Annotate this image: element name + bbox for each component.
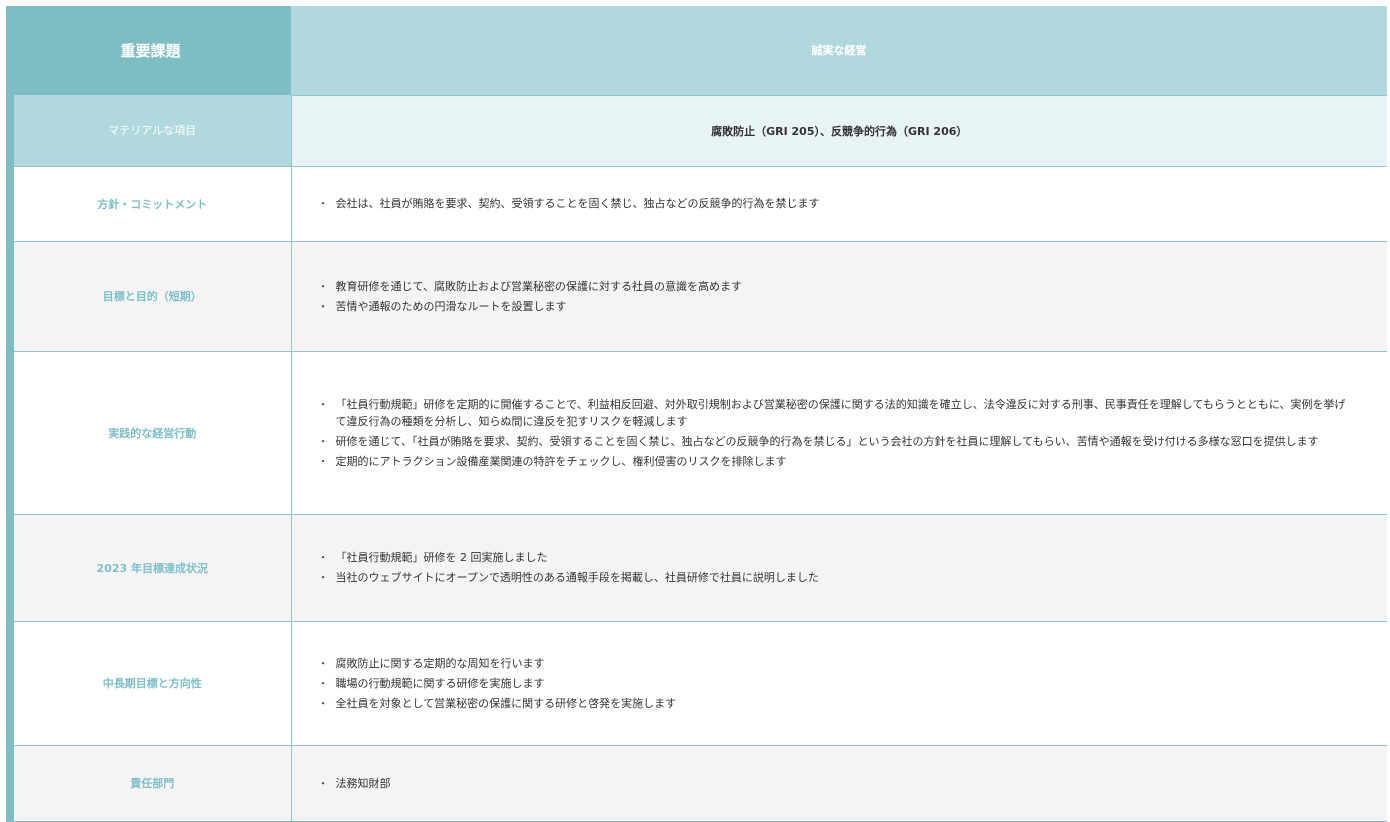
materiality-table-frame: 重要課題 誠実な経営 マテリアルな項目 腐敗防止（GRI 205）、反競争的行為…: [6, 6, 1387, 822]
material-label: マテリアルな項目: [6, 95, 291, 166]
materiality-table: 重要課題 誠実な経営 マテリアルな項目 腐敗防止（GRI 205）、反競争的行為…: [6, 6, 1387, 821]
row-label-responsible-dept: 責任部門: [6, 744, 291, 821]
bullet-list: 「社員行動規範」研修を定期的に開催することで、利益相反回避、対外取引規制および営…: [318, 396, 1358, 470]
list-item: 当社のウェブサイトにオープンで透明性のある通報手段を掲載し、社員研修で社員に説明…: [318, 569, 1358, 586]
short-term-row: 目標と目的（短期） 教育研修を通じて、腐敗防止および営業秘密の保護に対する社員の…: [6, 240, 1387, 351]
status-2023-row: 2023 年目標達成状況 「社員行動規範」研修を 2 回実施しました 当社のウェ…: [6, 513, 1387, 621]
row-content-status-2023: 「社員行動規範」研修を 2 回実施しました 当社のウェブサイトにオープンで透明性…: [290, 513, 1387, 621]
list-item: 「社員行動規範」研修を 2 回実施しました: [318, 549, 1358, 566]
list-item: 法務知財部: [318, 775, 1358, 792]
list-item: 職場の行動規範に関する研修を実施します: [318, 675, 1358, 692]
actions-row: 実践的な経営行動 「社員行動規範」研修を定期的に開催することで、利益相反回避、対…: [6, 350, 1387, 514]
header-row: 重要課題 誠実な経営: [10, 6, 1387, 95]
bullet-list: 腐敗防止に関する定期的な周知を行います 職場の行動規範に関する研修を実施します …: [318, 655, 1358, 712]
list-item: 苦情や通報のための円滑なルートを設置します: [318, 298, 1358, 315]
bullet-list: 教育研修を通じて、腐敗防止および営業秘密の保護に対する社員の意識を高めます 苦情…: [318, 278, 1358, 315]
row-content-responsible-dept: 法務知財部: [290, 744, 1387, 821]
list-item: 会社は、社員が賄賂を要求、契約、受領することを固く禁じ、独占などの反競争的行為を…: [318, 195, 1358, 212]
material-row: マテリアルな項目 腐敗防止（GRI 205）、反競争的行為（GRI 206）: [6, 94, 1387, 166]
material-value: 腐敗防止（GRI 205）、反競争的行為（GRI 206）: [290, 94, 1387, 166]
list-item: 「社員行動規範」研修を定期的に開催することで、利益相反回避、対外取引規制および営…: [318, 396, 1358, 430]
bullet-list: 法務知財部: [318, 775, 1358, 792]
row-label-short-term: 目標と目的（短期）: [6, 240, 291, 351]
list-item: 研修を通じて、「社員が賄賂を要求、契約、受領することを固く禁じ、独占などの反競争…: [318, 433, 1358, 450]
bullet-list: 会社は、社員が賄賂を要求、契約、受領することを固く禁じ、独占などの反競争的行為を…: [318, 195, 1358, 212]
row-content-long-term: 腐敗防止に関する定期的な周知を行います 職場の行動規範に関する研修を実施します …: [290, 620, 1387, 745]
list-item: 腐敗防止に関する定期的な周知を行います: [318, 655, 1358, 672]
row-label-status-2023: 2023 年目標達成状況: [6, 513, 291, 621]
row-content-short-term: 教育研修を通じて、腐敗防止および営業秘密の保護に対する社員の意識を高めます 苦情…: [290, 240, 1387, 351]
row-content-actions: 「社員行動規範」研修を定期的に開催することで、利益相反回避、対外取引規制および営…: [290, 350, 1387, 514]
list-item: 全社員を対象として営業秘密の保護に関する研修と啓発を実施します: [318, 695, 1358, 712]
responsible-dept-row: 責任部門 法務知財部: [6, 744, 1387, 821]
row-content-policy: 会社は、社員が賄賂を要求、契約、受領することを固く禁じ、独占などの反競争的行為を…: [290, 165, 1387, 241]
row-label-long-term: 中長期目標と方向性: [6, 620, 291, 745]
header-value: 誠実な経営: [291, 6, 1387, 95]
list-item: 教育研修を通じて、腐敗防止および営業秘密の保護に対する社員の意識を高めます: [318, 278, 1358, 295]
bullet-list: 「社員行動規範」研修を 2 回実施しました 当社のウェブサイトにオープンで透明性…: [318, 549, 1358, 586]
policy-row: 方針・コミットメント 会社は、社員が賄賂を要求、契約、受領することを固く禁じ、独…: [6, 165, 1387, 241]
long-term-row: 中長期目標と方向性 腐敗防止に関する定期的な周知を行います 職場の行動規範に関す…: [6, 620, 1387, 745]
header-label: 重要課題: [10, 6, 291, 95]
list-item: 定期的にアトラクション設備産業関連の特許をチェックし、権利侵害のリスクを排除しま…: [318, 453, 1358, 470]
row-label-actions: 実践的な経営行動: [6, 350, 291, 514]
row-label-policy: 方針・コミットメント: [6, 165, 291, 241]
